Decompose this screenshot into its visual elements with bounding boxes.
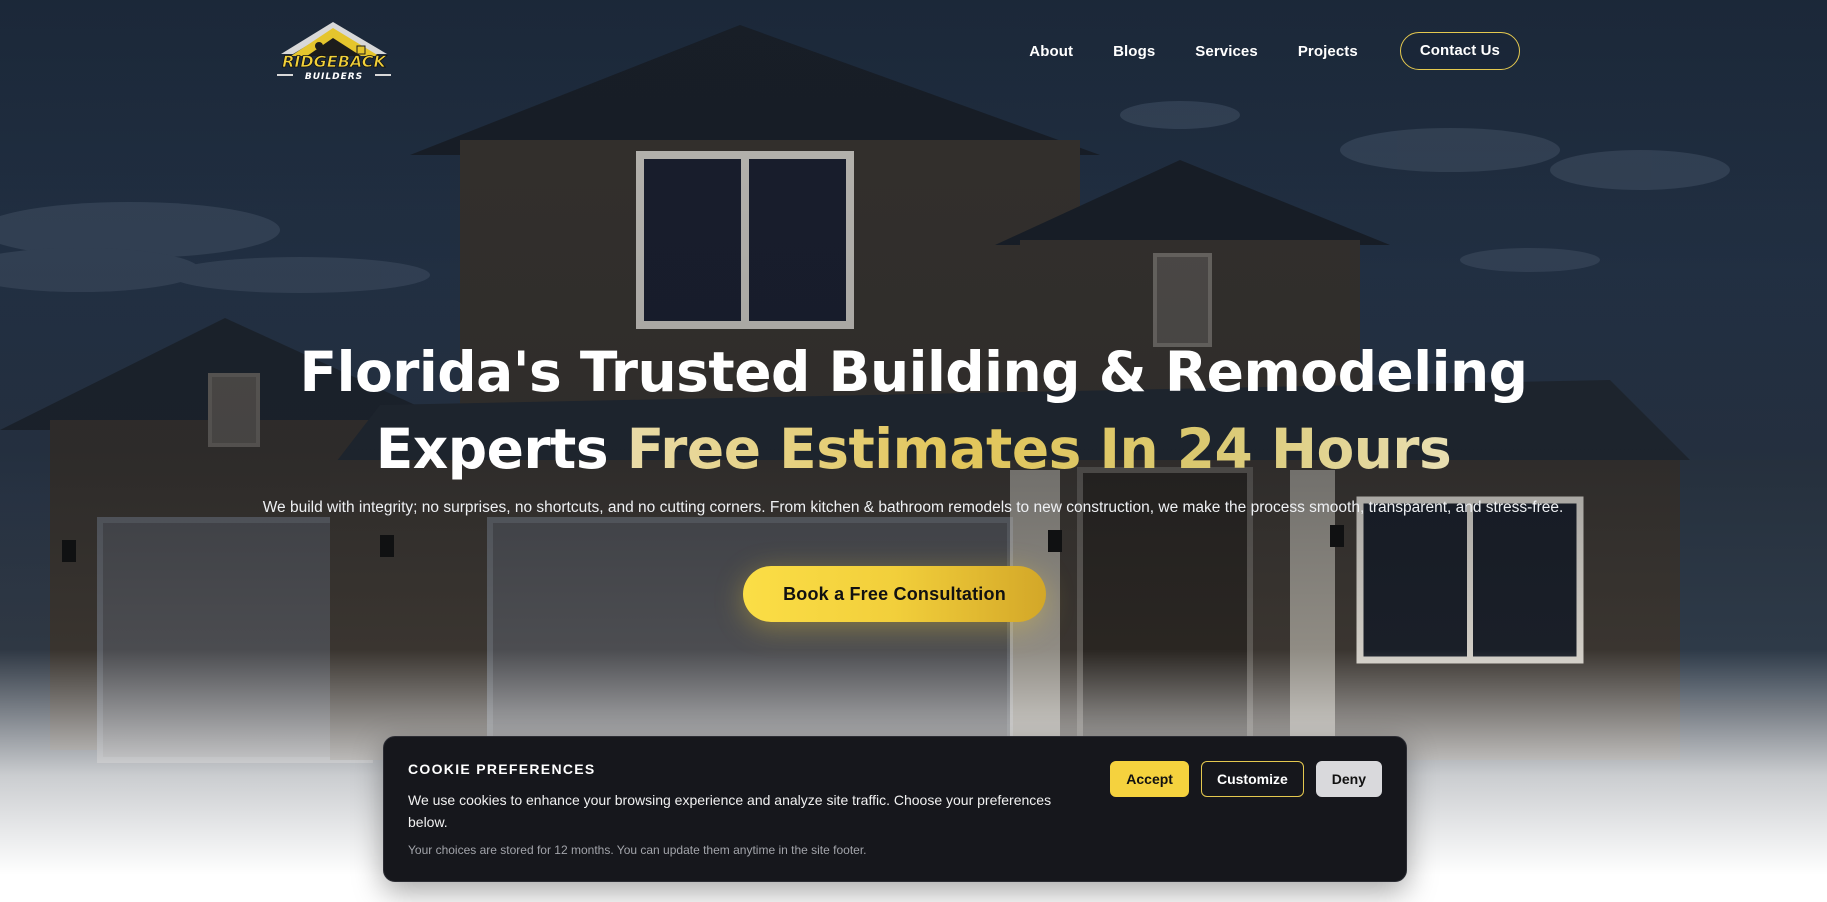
headline-line-1: Florida's Trusted Building & Remodeling [299,340,1528,404]
hero-headline: Florida's Trusted Building & Remodeling … [0,334,1827,488]
svg-text:RIDGEBACK: RIDGEBACK [282,52,387,71]
ridgeback-builders-logo[interactable]: RIDGEBACK BUILDERS [271,20,397,84]
accept-cookies-button[interactable]: Accept [1110,761,1189,797]
deny-cookies-button[interactable]: Deny [1315,761,1382,797]
cookie-banner: COOKIE PREFERENCES We use cookies to enh… [383,736,1407,882]
cookie-buttons: Accept Customize Deny [1098,761,1382,797]
nav-about-link[interactable]: About [1029,43,1073,60]
hero-subtext: We build with integrity; no surprises, n… [262,499,1564,516]
book-consultation-button[interactable]: Book a Free Consultation [743,566,1046,622]
nav-blogs-link[interactable]: Blogs [1113,43,1155,60]
customize-cookies-button[interactable]: Customize [1200,761,1304,797]
svg-text:BUILDERS: BUILDERS [305,72,363,82]
nav-projects-link[interactable]: Projects [1298,43,1358,60]
cookie-description: We use cookies to enhance your browsing … [408,792,1052,830]
contact-us-button[interactable]: Contact Us [1399,32,1520,70]
cookie-title: COOKIE PREFERENCES [408,761,596,777]
headline-experts: Experts [375,417,627,481]
headline-gold-text: Free Estimates In 24 Hours [626,417,1452,481]
cookie-note: Your choices are stored for 12 months. Y… [408,843,867,857]
logo-house-icon: RIDGEBACK BUILDERS [277,22,391,82]
main-navigation: About Blogs Services Projects Contact Us [1029,32,1520,70]
nav-services-link[interactable]: Services [1195,43,1258,60]
